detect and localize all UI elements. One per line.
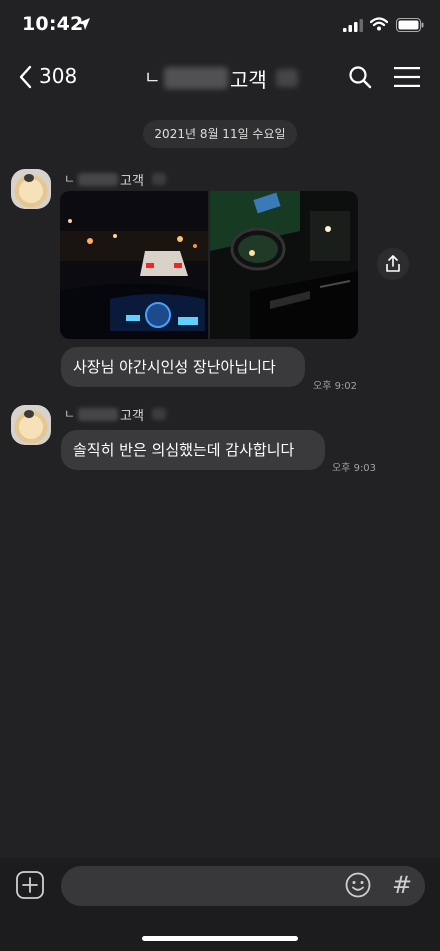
share-icon: [386, 255, 400, 272]
wifi-icon: [370, 17, 388, 31]
location-arrow-icon: [78, 18, 90, 30]
blurred-sender: [78, 408, 118, 421]
search-icon[interactable]: [348, 65, 372, 89]
dashboard-photo-art: [60, 191, 208, 339]
avatar[interactable]: [11, 405, 51, 445]
battery-icon: [396, 18, 424, 32]
message-bubble[interactable]: 사장님 야간시인성 장난아닙니다: [61, 347, 305, 387]
message-input-bar: #: [0, 858, 440, 951]
title-prefix: ㄴ: [144, 68, 161, 89]
sender-name: ㄴ 고객: [64, 405, 174, 424]
sender-prefix: ㄴ: [64, 407, 76, 421]
back-chevron-icon[interactable]: [16, 64, 36, 90]
unread-count[interactable]: 308: [39, 64, 77, 88]
signal-icon: [343, 19, 363, 32]
share-button[interactable]: [377, 248, 409, 280]
hash-icon[interactable]: #: [392, 871, 412, 899]
sender-suffix: 고객: [120, 409, 144, 424]
chat-header: 308 ㄴ 고객: [0, 52, 440, 102]
sender-suffix: 고객: [120, 174, 144, 189]
status-bar: 10:42: [0, 0, 440, 52]
message-bubble[interactable]: 솔직히 반은 의심했는데 감사합니다: [61, 430, 325, 470]
blurred-sender: [78, 173, 118, 186]
date-divider: 2021년 8월 11일 수요일: [143, 120, 297, 148]
avatar[interactable]: [11, 169, 51, 209]
sender-prefix: ㄴ: [64, 172, 76, 186]
chat-title[interactable]: ㄴ 고객: [144, 64, 304, 92]
message-time: 오후 9:03: [332, 463, 377, 474]
blurred-sender-end: [152, 408, 166, 420]
blurred-sender-end: [152, 173, 166, 185]
add-icon[interactable]: [16, 871, 44, 899]
photo-attachment-group[interactable]: [60, 191, 358, 339]
blurred-name: [164, 67, 228, 89]
emoji-icon[interactable]: [345, 872, 371, 898]
night-driving-dashboard-photo[interactable]: [60, 191, 208, 339]
sender-name: ㄴ 고객: [64, 170, 174, 189]
status-time: 10:42: [22, 13, 84, 35]
home-indicator[interactable]: [142, 936, 298, 941]
blurred-name-end: [276, 69, 298, 87]
night-side-mirror-photo[interactable]: [210, 191, 358, 339]
mirror-photo-art: [210, 191, 358, 339]
menu-icon[interactable]: [394, 67, 420, 87]
title-text: 고객: [230, 68, 267, 92]
chat-screen: 10:42 308 ㄴ 고객 2021년 8월 11일 수요일 ㄴ 고객 사장님…: [0, 0, 440, 951]
message-time: 오후 9:02: [313, 381, 358, 392]
